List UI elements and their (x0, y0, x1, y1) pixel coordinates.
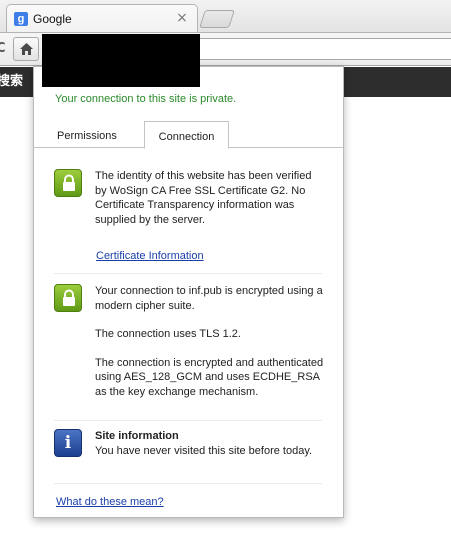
info-icon: i (54, 429, 82, 457)
section-divider (54, 420, 322, 421)
cipher-details: The connection is encrypted and authenti… (95, 356, 324, 398)
connection-private-message: Your connection to this site is private. (55, 93, 237, 105)
website-settings-popup: Your connection to this site is private.… (33, 66, 344, 518)
tab-strip: g Google × (0, 0, 451, 32)
page-header-text: 搜索 (0, 74, 24, 89)
encryption-text-block: Your connection to inf.pub is encrypted … (95, 284, 325, 399)
redacted-url-block (42, 34, 200, 87)
reload-icon[interactable]: C (0, 40, 8, 58)
site-information-section: i Site information You have never visite… (54, 429, 322, 479)
identity-text-block: The identity of this website has been ve… (95, 169, 325, 262)
new-tab-button[interactable] (199, 10, 235, 28)
identity-section: The identity of this website has been ve… (54, 169, 322, 264)
encryption-summary: Your connection to inf.pub is encrypted … (95, 285, 323, 312)
tls-version: The connection uses TLS 1.2. (95, 328, 241, 340)
browser-tab-google[interactable]: g Google × (6, 4, 198, 32)
home-button[interactable] (13, 37, 39, 61)
section-divider (54, 483, 322, 484)
lock-icon (54, 169, 82, 197)
certificate-information-link[interactable]: Certificate Information (96, 249, 204, 264)
what-do-these-mean-link[interactable]: What do these mean? (56, 495, 164, 509)
tab-title: Google (33, 12, 72, 26)
section-divider (54, 273, 322, 274)
lock-icon (54, 284, 82, 312)
tab-permissions[interactable]: Permissions (57, 129, 117, 143)
popup-tabs: Permissions Connection (34, 121, 343, 149)
tab-connection[interactable]: Connection (144, 121, 229, 149)
site-information-title: Site information (95, 430, 179, 442)
home-icon (20, 43, 33, 55)
google-favicon-icon: g (14, 12, 28, 26)
site-information-text-block: Site information You have never visited … (95, 429, 325, 458)
close-icon[interactable]: × (175, 11, 189, 25)
site-visit-history: You have never visited this site before … (95, 444, 313, 457)
identity-description: The identity of this website has been ve… (95, 170, 312, 226)
encryption-section: Your connection to inf.pub is encrypted … (54, 284, 325, 414)
